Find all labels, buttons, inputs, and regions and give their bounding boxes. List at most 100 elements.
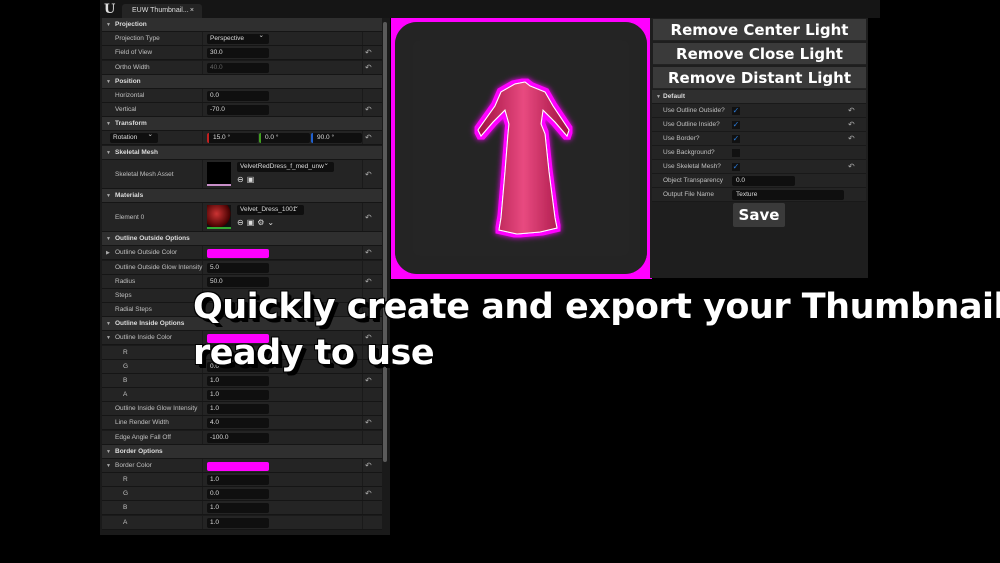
reset-to-default-icon[interactable]: ↶ [365,61,372,75]
reset-to-default-icon[interactable]: ↶ [365,46,372,60]
collapse-arrow-icon[interactable]: ▼ [106,317,111,331]
property-label: Outline Inside Glow Intensity [115,405,198,413]
remove-light-button-2[interactable]: Remove Distant Light [653,67,866,89]
outline-inside-glow-intensity-input[interactable]: 1.0 [207,404,269,415]
reset-to-default-icon[interactable]: ↶ [365,246,372,260]
rotation-x-input[interactable]: 15.0 ° [207,133,258,144]
output-file-name-input[interactable]: Texture [732,190,844,200]
property-label: Horizontal [115,91,145,99]
property-label: Use Skeletal Mesh? [663,163,721,170]
section-header-transform[interactable]: ▼ Transform [102,117,382,132]
property-label: Projection Type [115,35,160,43]
remove-light-button-0[interactable]: Remove Center Light [653,19,866,41]
column-divider [362,246,363,260]
reset-to-default-icon[interactable]: ↶ [848,132,855,146]
reset-to-default-icon[interactable]: ↶ [365,374,372,388]
section-header-border-options[interactable]: ▼ Border Options [102,444,382,459]
expand-arrow-icon[interactable]: ▼ [106,459,111,473]
collapse-arrow-icon[interactable]: ▼ [656,90,661,104]
column-divider [202,388,203,402]
reset-to-default-icon[interactable]: ↶ [365,160,372,189]
g-input[interactable]: 0.0 [207,489,269,500]
collapse-arrow-icon[interactable]: ▼ [106,146,111,160]
property-label[interactable]: Rotation [110,130,158,144]
property-label: Outline Outside Options [115,235,190,243]
section-header-materials[interactable]: ▼ Materials [102,188,382,203]
scrollbar[interactable] [383,22,387,462]
dress-preview-image [477,81,570,235]
use-outline-outside--checkbox[interactable]: ✓ [732,107,740,115]
a-input[interactable]: 1.0 [207,517,269,528]
rotation-z-input[interactable]: 90.0 ° [311,133,362,144]
asset-action-icons[interactable]: ⊖▣ [237,175,257,184]
use-skeletal-mesh--checkbox[interactable]: ✓ [732,163,740,171]
reset-to-default-icon[interactable]: ↶ [365,459,372,473]
collapse-arrow-icon[interactable]: ▼ [106,117,111,131]
property-label: R [123,348,128,356]
reset-to-default-icon[interactable]: ↶ [365,203,372,232]
use-outline-inside--checkbox[interactable]: ✓ [732,121,740,129]
horizontal-input[interactable]: 0.0 [207,90,269,101]
collapse-arrow-icon[interactable]: ▼ [106,445,111,459]
close-icon[interactable]: × [190,4,194,18]
collapse-arrow-icon[interactable]: ▼ [106,75,111,89]
collapse-arrow-icon[interactable]: ▼ [106,232,111,246]
column-divider [362,430,363,444]
use-background--checkbox[interactable] [732,149,740,157]
property-label: G [123,362,129,370]
edge-angle-fall-off-input[interactable]: -100.0 [207,432,269,443]
expand-arrow-icon[interactable]: ▼ [106,331,111,345]
reset-to-default-icon[interactable]: ↶ [365,416,372,430]
material-action-icons[interactable]: ⊖▣⚙⌄ [237,218,277,227]
field-of-view-input[interactable]: 30.0 [207,48,269,59]
asset-picker-dropdown[interactable]: VelvetRedDress_f_med_unw [237,159,334,172]
reset-to-default-icon[interactable]: ↶ [848,118,855,132]
column-divider [202,46,203,60]
border-color-swatch[interactable] [207,461,269,471]
column-divider [362,103,363,117]
b-input[interactable]: 1.0 [207,375,269,386]
column-divider [362,260,363,274]
material-picker-dropdown[interactable]: Velvet_Dress_1001 [237,202,304,216]
outline-outside-color-swatch[interactable] [207,249,269,259]
property-label: Vertical [115,106,137,114]
section-header-default[interactable]: Default ▼ [652,90,866,104]
section-header-outline-outside-options[interactable]: ▼ Outline Outside Options [102,232,382,247]
property-row-skeletal-mesh-asset: Skeletal Mesh Asset VelvetRedDress_f_med_… [102,159,382,189]
column-divider [362,88,363,102]
expand-arrow-icon[interactable]: ▶ [106,246,110,260]
section-header-projection[interactable]: ▼ Projection [102,18,382,32]
property-row-a: A 1.0 [102,515,382,530]
use-border--checkbox[interactable]: ✓ [732,135,740,143]
reset-to-default-icon[interactable]: ↶ [365,131,372,145]
reset-to-default-icon[interactable]: ↶ [848,104,855,118]
rotation-y-input[interactable]: 0.0 ° [259,133,310,144]
object-transparency-input[interactable]: 0.0 [732,176,795,186]
line-render-width-input[interactable]: 4.0 [207,418,269,429]
property-label: Projection [115,21,147,28]
reset-to-default-icon[interactable]: ↶ [848,160,855,174]
collapse-arrow-icon[interactable]: ▼ [106,18,111,32]
tab-euw-thumbnail[interactable]: EUW Thumbnail... × [122,4,202,18]
vertical-input[interactable]: -70.0 [207,105,269,116]
property-label: Edge Angle Fall Off [115,433,171,441]
b-input[interactable]: 1.0 [207,503,269,514]
property-row-outline-outside-color: ▶ Outline Outside Color ↶ [102,246,382,261]
collapse-arrow-icon[interactable]: ▼ [106,189,111,203]
column-divider [202,103,203,117]
property-label: Border Color [115,461,152,469]
column-divider [362,203,363,232]
section-header-skeletal-mesh[interactable]: ▼ Skeletal Mesh [102,145,382,160]
reset-to-default-icon[interactable]: ↶ [365,487,372,501]
a-input[interactable]: 1.0 [207,390,269,401]
property-label: Radial Steps [115,306,152,314]
remove-light-button-1[interactable]: Remove Close Light [653,43,866,65]
tab-label: EUW Thumbnail... [132,7,189,14]
property-label: B [123,376,128,384]
reset-to-default-icon[interactable]: ↶ [365,103,372,117]
outline-outside-glow-intensity-input[interactable]: 5.0 [207,262,269,273]
save-button[interactable]: Save [733,203,785,227]
projection-type-dropdown[interactable]: Perspective [207,31,269,45]
section-header-position[interactable]: ▼ Position [102,74,382,89]
r-input[interactable]: 1.0 [207,475,269,486]
